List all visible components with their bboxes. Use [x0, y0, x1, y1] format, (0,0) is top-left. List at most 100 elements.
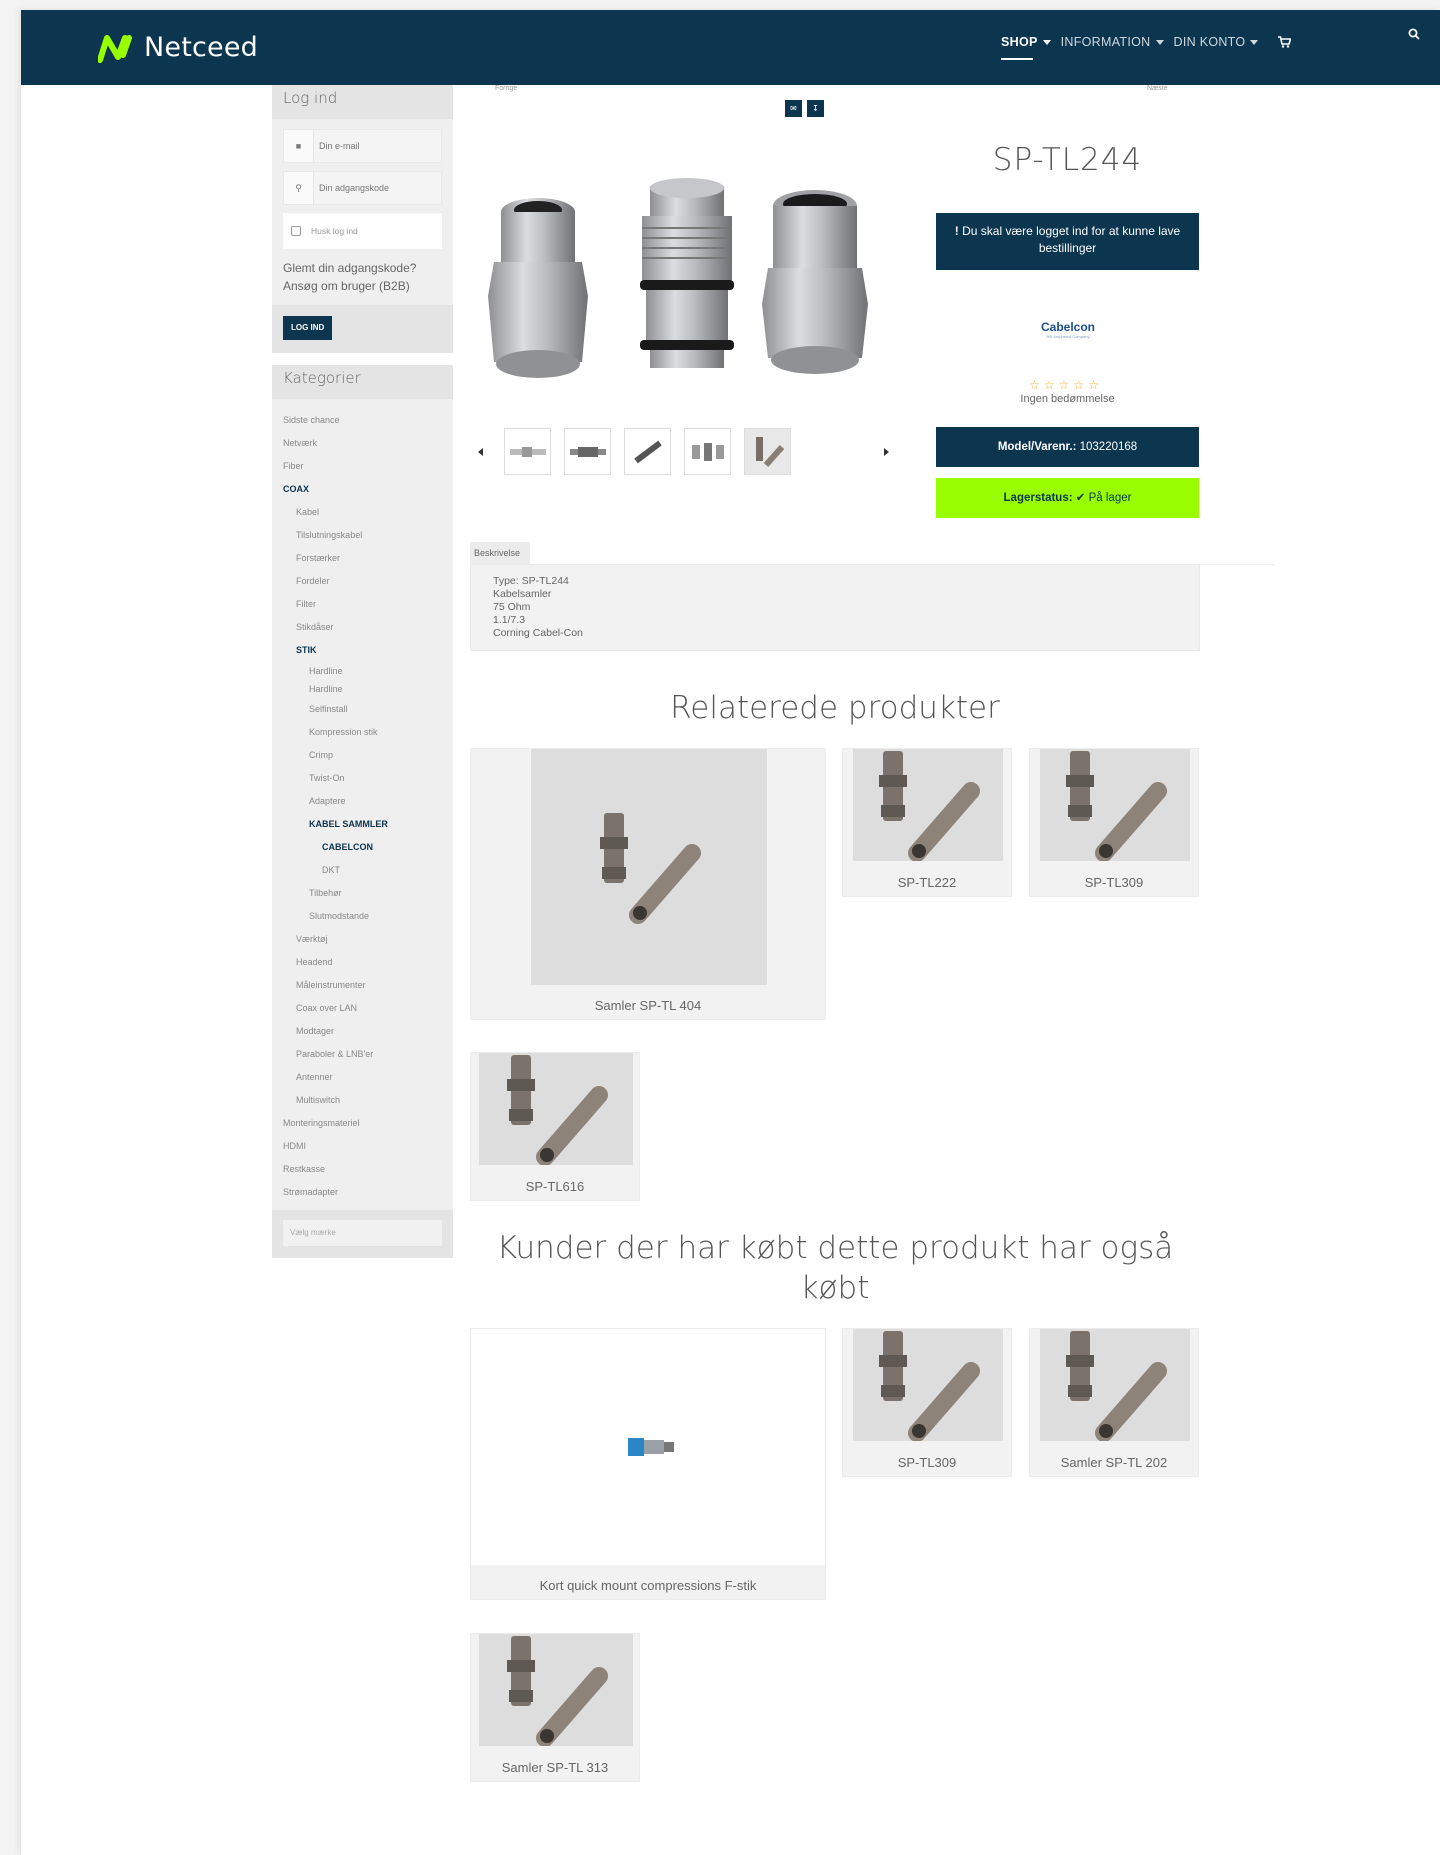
product-card-image[interactable]: [853, 1329, 1003, 1441]
product-card[interactable]: Kort quick mount compressions F-stik: [470, 1328, 826, 1600]
tab-description[interactable]: Beskrivelse: [470, 542, 530, 564]
main-nav: SHOP INFORMATION DIN KONTO: [1001, 30, 1292, 60]
thumbnail[interactable]: [684, 428, 731, 475]
connector-thumbnail-image: [633, 440, 662, 463]
product-main-image[interactable]: [482, 176, 874, 388]
stock-value: På lager: [1088, 492, 1132, 504]
login-required-text: Du skal være logget ind for at kunne lav…: [962, 224, 1181, 255]
product-card-image[interactable]: [531, 749, 767, 985]
category-item[interactable]: Selfinstall: [283, 698, 442, 721]
nav-account[interactable]: DIN KONTO: [1174, 30, 1259, 54]
category-item[interactable]: Tilbehør: [283, 882, 442, 905]
category-item[interactable]: Netværk: [283, 432, 442, 455]
product-card[interactable]: SP-TL309: [842, 1328, 1012, 1477]
thumbnail-selected[interactable]: [744, 428, 791, 475]
brand-select[interactable]: Vælg mærke: [283, 1220, 442, 1246]
category-item[interactable]: Kompression stik: [283, 721, 442, 744]
category-item[interactable]: Monteringsmateriel: [283, 1112, 442, 1135]
prev-product-link[interactable]: Forrige: [495, 85, 517, 92]
thumbnail[interactable]: [564, 428, 611, 475]
category-item[interactable]: Filter: [283, 593, 442, 616]
category-item[interactable]: Multiswitch: [283, 1089, 442, 1112]
product-card-image[interactable]: [479, 1634, 633, 1746]
product-card-name[interactable]: SP-TL309: [843, 1455, 1011, 1470]
category-item[interactable]: Sidste chance: [283, 409, 442, 432]
category-item[interactable]: CABELCON: [283, 836, 442, 859]
category-item[interactable]: Hardline: [283, 662, 442, 680]
category-item[interactable]: Forstærker: [283, 547, 442, 570]
top-navigation-bar: Netceed SHOP INFORMATION DIN KONTO: [21, 10, 1440, 85]
also-bought-title: Kunder der har købt dette produkt har og…: [496, 1230, 1174, 1306]
category-item[interactable]: KABEL SAMMLER: [283, 813, 442, 836]
product-card-image[interactable]: [471, 1329, 825, 1565]
product-card-image[interactable]: [853, 749, 1003, 861]
download-icon[interactable]: ↧: [807, 100, 824, 117]
category-item[interactable]: STIK: [283, 639, 442, 662]
product-card-name[interactable]: SP-TL309: [1030, 875, 1198, 890]
category-item[interactable]: Kabel: [283, 501, 442, 524]
category-item[interactable]: HDMI: [283, 1135, 442, 1158]
product-card-name[interactable]: Samler SP-TL 202: [1030, 1455, 1198, 1470]
categories-panel: Kategorier Sidste chance Netværk Fiber COAX…: [272, 365, 453, 1258]
remember-me[interactable]: Husk log ind: [283, 213, 442, 249]
netceed-logo[interactable]: Netceed: [98, 32, 258, 63]
carousel-next-icon[interactable]: [884, 447, 889, 456]
thumbnail[interactable]: [504, 428, 551, 475]
carousel-prev-icon[interactable]: [478, 447, 483, 456]
category-item[interactable]: Headend: [283, 951, 442, 974]
nav-information[interactable]: INFORMATION: [1061, 30, 1164, 54]
forgot-password-link[interactable]: Glemt din adgangskode?: [283, 259, 442, 277]
category-item[interactable]: Antenner: [283, 1066, 442, 1089]
category-item[interactable]: Modtager: [283, 1020, 442, 1043]
product-card[interactable]: SP-TL309: [1029, 748, 1199, 897]
product-card[interactable]: Samler SP-TL 202: [1029, 1328, 1199, 1477]
login-required-notice: ! Du skal være logget ind for at kunne l…: [936, 213, 1199, 270]
related-products-title: Relaterede produkter: [670, 690, 1000, 726]
manufacturer-logo[interactable]: Cabelcon RR Amphenol Company: [1040, 320, 1096, 339]
category-list: Sidste chance Netværk Fiber COAX Kabel Tilslu…: [272, 399, 453, 1210]
product-card-image[interactable]: [1040, 749, 1190, 861]
category-item[interactable]: Slutmodstande: [283, 905, 442, 928]
category-item[interactable]: Tilslutningskabel: [283, 524, 442, 547]
apply-user-link[interactable]: Ansøg om bruger (B2B): [283, 277, 442, 295]
password-field[interactable]: [314, 172, 441, 204]
email-icon[interactable]: ✉: [785, 100, 802, 117]
product-card-name[interactable]: Samler SP-TL 313: [471, 1760, 639, 1775]
category-item[interactable]: Strømadapter: [283, 1181, 442, 1204]
category-item[interactable]: Hardline: [283, 680, 442, 698]
category-item[interactable]: COAX: [283, 478, 442, 501]
category-item[interactable]: Værktøj: [283, 928, 442, 951]
remember-checkbox[interactable]: [291, 226, 301, 236]
thumbnail-carousel: [478, 428, 889, 475]
product-card[interactable]: SP-TL222: [842, 748, 1012, 897]
category-item[interactable]: Adaptere: [283, 790, 442, 813]
category-item[interactable]: Restkasse: [283, 1158, 442, 1181]
product-card[interactable]: Samler SP-TL 404: [470, 748, 826, 1020]
product-card-name[interactable]: Samler SP-TL 404: [471, 998, 825, 1013]
description-line: Type: SP-TL244: [493, 575, 569, 587]
login-button[interactable]: LOG IND: [283, 316, 333, 340]
category-item[interactable]: DKT: [283, 859, 442, 882]
category-item[interactable]: Fiber: [283, 455, 442, 478]
product-card[interactable]: Samler SP-TL 313: [470, 1633, 640, 1782]
product-card-name[interactable]: SP-TL222: [843, 875, 1011, 890]
product-card-image[interactable]: [1040, 1329, 1190, 1441]
product-card-name[interactable]: Kort quick mount compressions F-stik: [471, 1578, 825, 1593]
email-field[interactable]: [314, 130, 441, 162]
cart-icon[interactable]: [1278, 36, 1292, 48]
thumbnail[interactable]: [624, 428, 671, 475]
search-icon[interactable]: [1408, 28, 1420, 40]
product-card-name[interactable]: SP-TL616: [471, 1179, 639, 1194]
category-item[interactable]: Coax over LAN: [283, 997, 442, 1020]
chevron-down-icon: [1250, 39, 1259, 45]
category-item[interactable]: Twist-On: [283, 767, 442, 790]
category-item[interactable]: Stikdåser: [283, 616, 442, 639]
nav-shop[interactable]: SHOP: [1001, 30, 1051, 60]
category-item[interactable]: Paraboler & LNB'er: [283, 1043, 442, 1066]
product-card[interactable]: SP-TL616: [470, 1052, 640, 1201]
category-item[interactable]: Crimp: [283, 744, 442, 767]
category-item[interactable]: Fordeler: [283, 570, 442, 593]
product-card-image[interactable]: [479, 1053, 633, 1165]
category-item[interactable]: Måleinstrumenter: [283, 974, 442, 997]
next-product-link[interactable]: Næste: [1147, 85, 1168, 92]
